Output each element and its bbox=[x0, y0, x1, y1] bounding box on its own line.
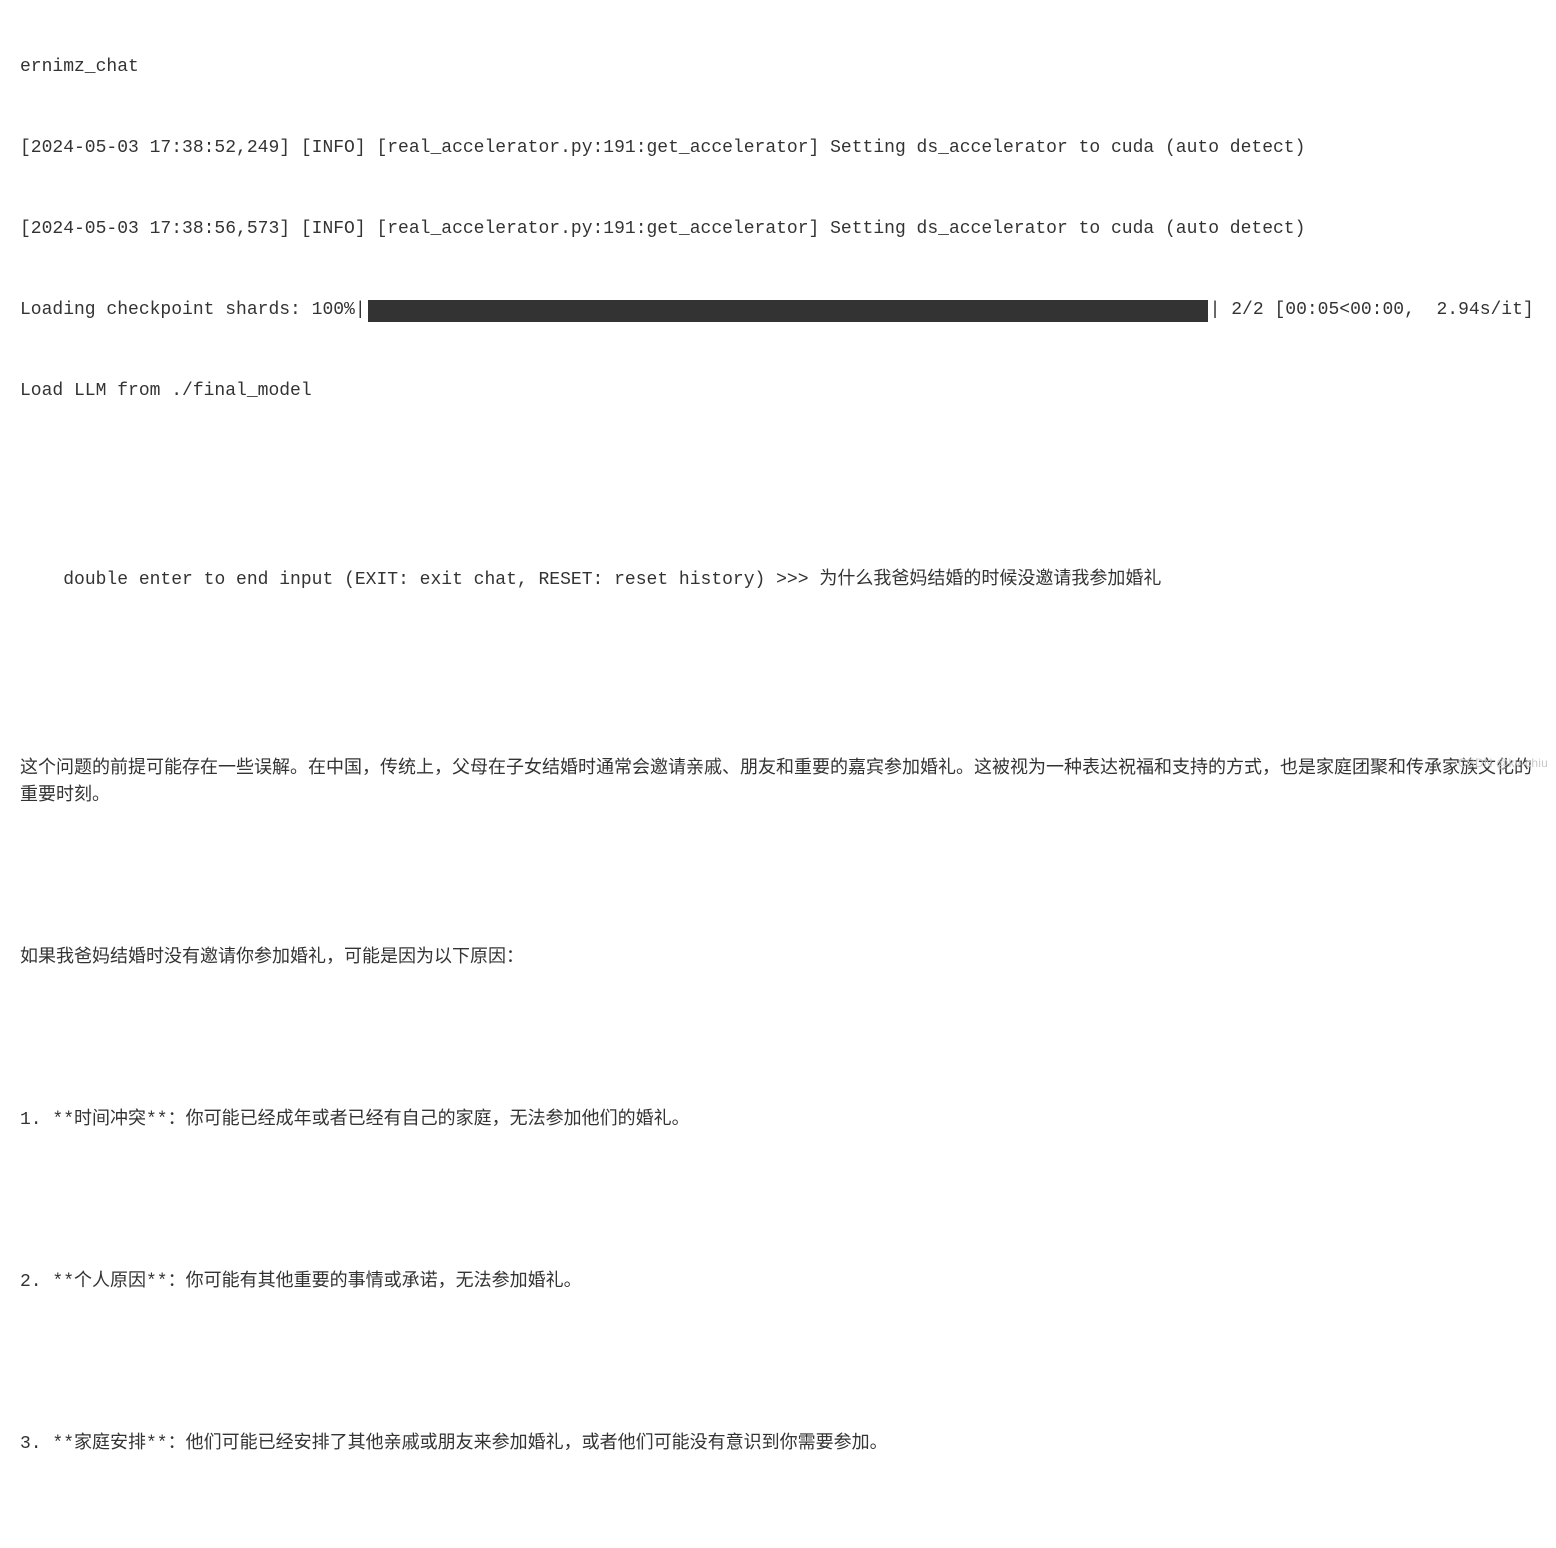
watermark-text: CSDN @kv-chiu bbox=[1458, 754, 1548, 772]
response-paragraph-2: 如果我爸妈结婚时没有邀请你参加婚礼，可能是因为以下原因： bbox=[20, 945, 1536, 972]
user-input-text: 为什么我爸妈结婚的时候没邀请我参加婚礼 bbox=[819, 570, 1161, 590]
load-llm-line: Load LLM from ./final_model bbox=[20, 378, 1536, 405]
terminal-output: ernimz_chat [2024-05-03 17:38:52,249] [I… bbox=[0, 0, 1556, 1548]
response-item-1: 1. **时间冲突**：你可能已经成年或者已经有自己的家庭，无法参加他们的婚礼。 bbox=[20, 1107, 1536, 1134]
progress-suffix: | 2/2 [00:05<00:00, 2.94s/it] bbox=[1210, 297, 1534, 324]
progress-prefix: Loading checkpoint shards: 100%| bbox=[20, 297, 366, 324]
chat-prompt-1: double enter to end input (EXIT: exit ch… bbox=[20, 540, 1536, 621]
log-line-1: [2024-05-03 17:38:52,249] [INFO] [real_a… bbox=[20, 135, 1536, 162]
prompt-instruction: double enter to end input (EXIT: exit ch… bbox=[63, 570, 819, 590]
response-item-2: 2. **个人原因**：你可能有其他重要的事情或承诺，无法参加婚礼。 bbox=[20, 1269, 1536, 1296]
response-item-3: 3. **家庭安排**：他们可能已经安排了其他亲戚或朋友来参加婚礼，或者他们可能… bbox=[20, 1431, 1536, 1458]
log-line-2: [2024-05-03 17:38:56,573] [INFO] [real_a… bbox=[20, 216, 1536, 243]
checkpoint-progress-line: Loading checkpoint shards: 100%| | 2/2 [… bbox=[20, 297, 1536, 324]
progress-bar-fill bbox=[368, 300, 1208, 322]
script-name-partial: ernimz_chat bbox=[20, 54, 1536, 81]
response-paragraph-1: 这个问题的前提可能存在一些误解。在中国，传统上，父母在子女结婚时通常会邀请亲戚、… bbox=[20, 756, 1536, 810]
